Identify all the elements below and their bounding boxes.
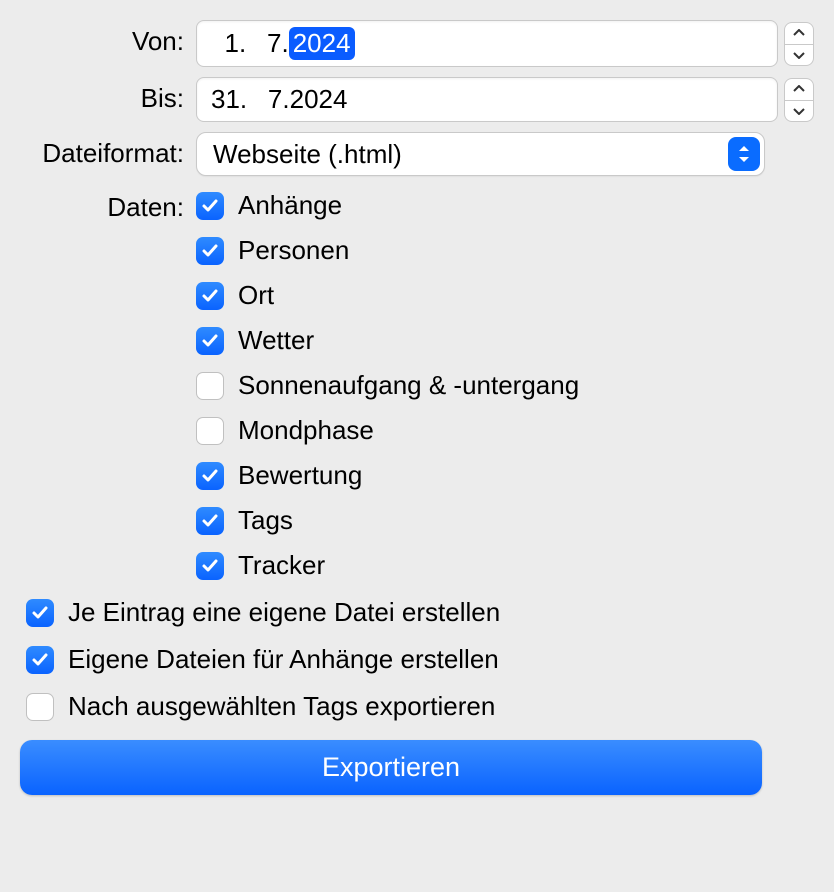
data-option-checkbox[interactable] xyxy=(196,282,224,310)
extra-option-label: Nach ausgewählten Tags exportieren xyxy=(68,691,495,722)
data-option-row: Sonnenaufgang & -untergang xyxy=(196,370,814,401)
extra-options-list: Je Eintrag eine eigene Datei erstellen Ei… xyxy=(20,597,814,722)
data-option-label: Anhänge xyxy=(238,190,342,221)
data-option-row: Tags xyxy=(196,505,814,536)
extra-option-row: Nach ausgewählten Tags exportieren xyxy=(26,691,814,722)
stepper-up-icon[interactable] xyxy=(784,78,814,100)
data-option-label: Bewertung xyxy=(238,460,362,491)
data-option-row: Tracker xyxy=(196,550,814,581)
data-option-row: Personen xyxy=(196,235,814,266)
bis-day: 31 xyxy=(211,84,240,115)
bis-month: 7 xyxy=(254,84,282,115)
stepper-down-icon[interactable] xyxy=(784,100,814,122)
extra-option-row: Eigene Dateien für Anhänge erstellen xyxy=(26,644,814,675)
von-month: 7 xyxy=(253,28,281,59)
data-option-label: Personen xyxy=(238,235,349,266)
extra-option-label: Eigene Dateien für Anhänge erstellen xyxy=(68,644,499,675)
data-option-checkbox[interactable] xyxy=(196,192,224,220)
data-option-label: Tracker xyxy=(238,550,325,581)
data-option-row: Mondphase xyxy=(196,415,814,446)
extra-option-row: Je Eintrag eine eigene Datei erstellen xyxy=(26,597,814,628)
label-bis: Bis: xyxy=(20,77,196,114)
data-option-checkbox[interactable] xyxy=(196,507,224,535)
bis-year: 2024 xyxy=(290,84,348,115)
extra-option-checkbox[interactable] xyxy=(26,693,54,721)
data-option-label: Ort xyxy=(238,280,274,311)
file-format-select[interactable]: Webseite (.html) xyxy=(196,132,765,176)
data-option-checkbox[interactable] xyxy=(196,552,224,580)
data-option-checkbox[interactable] xyxy=(196,327,224,355)
von-day: 1 xyxy=(211,28,239,59)
data-option-checkbox[interactable] xyxy=(196,462,224,490)
data-option-row: Anhänge xyxy=(196,190,814,221)
von-date-input[interactable]: 1. 7.2024 xyxy=(196,20,778,67)
stepper-up-icon[interactable] xyxy=(784,22,814,44)
export-button[interactable]: Exportieren xyxy=(20,740,762,795)
data-option-label: Wetter xyxy=(238,325,314,356)
bis-date-input[interactable]: 31. 7.2024 xyxy=(196,77,778,122)
data-option-row: Ort xyxy=(196,280,814,311)
chevron-up-down-icon xyxy=(728,137,760,171)
von-year: 2024 xyxy=(289,27,355,60)
data-option-checkbox[interactable] xyxy=(196,417,224,445)
von-date-stepper[interactable] xyxy=(784,20,814,67)
label-format: Dateiformat: xyxy=(20,132,196,169)
extra-option-checkbox[interactable] xyxy=(26,646,54,674)
file-format-value: Webseite (.html) xyxy=(213,139,718,170)
data-option-checkbox[interactable] xyxy=(196,372,224,400)
data-option-row: Bewertung xyxy=(196,460,814,491)
label-daten: Daten: xyxy=(20,186,196,223)
stepper-down-icon[interactable] xyxy=(784,44,814,66)
extra-option-label: Je Eintrag eine eigene Datei erstellen xyxy=(68,597,500,628)
data-option-label: Sonnenaufgang & -untergang xyxy=(238,370,579,401)
data-option-checkbox[interactable] xyxy=(196,237,224,265)
data-option-row: Wetter xyxy=(196,325,814,356)
data-options-list: Anhänge Personen Ort Wetter Sonnenaufgang & … xyxy=(196,186,814,581)
extra-option-checkbox[interactable] xyxy=(26,599,54,627)
label-von: Von: xyxy=(20,20,196,57)
bis-date-stepper[interactable] xyxy=(784,77,814,122)
data-option-label: Tags xyxy=(238,505,293,536)
data-option-label: Mondphase xyxy=(238,415,374,446)
